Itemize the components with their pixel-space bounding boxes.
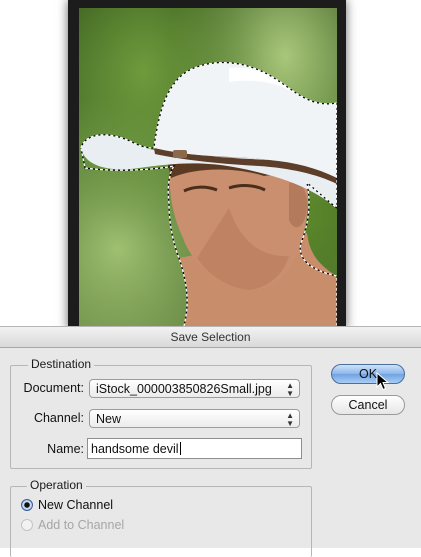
destination-group-label: Destination [28,357,95,371]
new-channel-label: New Channel [38,498,114,512]
name-label: Name: [47,442,84,456]
channel-select-value: New [96,412,122,426]
document-select-value: iStock_000003850826Small.jpg [96,382,272,396]
save-selection-dialog: Save Selection Destination Document: iSt… [0,326,421,557]
new-channel-radio[interactable] [21,499,33,511]
document-photo [79,8,337,330]
cancel-button[interactable]: Cancel [331,395,405,415]
document-label: Document: [23,381,84,395]
text-caret [179,442,181,455]
select-arrows-icon: ▲ ▼ [286,411,294,428]
name-input-value: handsome devil [91,442,179,456]
add-to-channel-label: Add to Channel [38,518,125,532]
name-input[interactable]: handsome devil [87,438,302,459]
channel-label: Channel: [33,411,84,425]
mouse-pointer-icon [376,372,390,391]
ok-button[interactable]: OK [331,364,405,384]
document-select[interactable]: iStock_000003850826Small.jpg ▲ ▼ [89,379,300,398]
add-to-channel-radio[interactable] [21,519,33,531]
select-arrows-icon: ▲ ▼ [286,381,294,398]
channel-select[interactable]: New ▲ ▼ [89,409,300,428]
portrait-illustration [80,61,337,330]
operation-group-label: Operation [27,478,86,492]
dialog-title: Save Selection [0,327,421,348]
